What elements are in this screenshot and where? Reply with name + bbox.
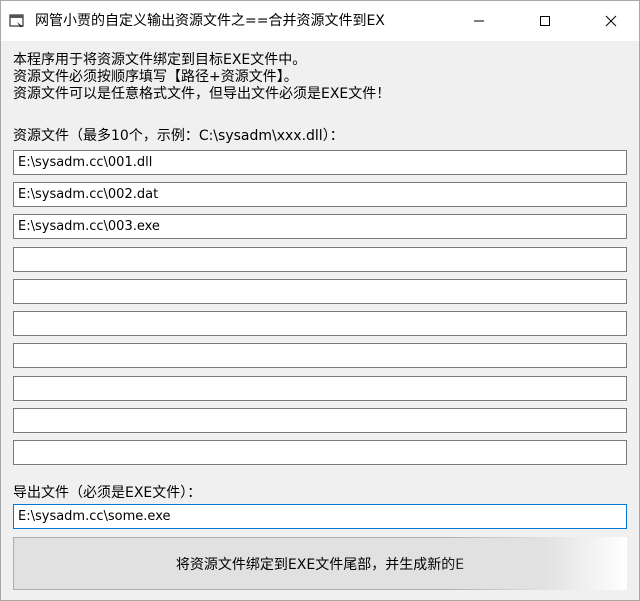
close-button[interactable] <box>588 1 634 41</box>
resource-files-label: 资源文件（最多10个，示例：C:\sysadm\xxx.dll）： <box>13 128 344 144</box>
app-window-icon <box>9 13 25 27</box>
close-icon <box>605 15 617 27</box>
description-line: 本程序用于将资源文件绑定到目标EXE文件中。 <box>13 52 307 68</box>
resource-file-field[interactable] <box>13 343 627 368</box>
resource-file-field[interactable] <box>13 279 627 304</box>
resource-file-field[interactable] <box>13 214 627 239</box>
minimize-button[interactable] <box>456 1 502 41</box>
description-line: 资源文件必须按顺序填写【路径+资源文件】。 <box>13 69 298 85</box>
resource-file-field[interactable] <box>13 408 627 433</box>
minimize-icon <box>474 20 484 22</box>
resource-file-field[interactable] <box>13 182 627 207</box>
output-file-label: 导出文件（必须是EXE文件）： <box>13 485 202 501</box>
maximize-button[interactable] <box>522 1 568 41</box>
description-line: 资源文件可以是任意格式文件，但导出文件必须是EXE文件！ <box>13 86 391 102</box>
window-title: 网管小贾的自定义输出资源文件之==合并资源文件到EX <box>35 13 385 29</box>
resource-file-field[interactable] <box>13 440 627 465</box>
resource-file-field[interactable] <box>13 247 627 272</box>
title-bar[interactable]: 网管小贾的自定义输出资源文件之==合并资源文件到EX <box>1 1 639 41</box>
resource-file-field[interactable] <box>13 376 627 401</box>
maximize-icon <box>540 16 550 26</box>
resource-file-field[interactable] <box>13 311 627 336</box>
description: 本程序用于将资源文件绑定到目标EXE文件中。 资源文件必须按顺序填写【路径+资源… <box>13 52 390 103</box>
output-file-field[interactable] <box>13 504 627 529</box>
bind-resources-button[interactable]: 将资源文件绑定到EXE文件尾部，并生成新的E <box>13 537 627 590</box>
app-window: 网管小贾的自定义输出资源文件之==合并资源文件到EX 本程序用于将资源文件绑定到… <box>0 0 640 601</box>
resource-file-field[interactable] <box>13 150 627 175</box>
dialog-body: 本程序用于将资源文件绑定到目标EXE文件中。 资源文件必须按顺序填写【路径+资源… <box>1 41 639 600</box>
bind-resources-button-label: 将资源文件绑定到EXE文件尾部，并生成新的E <box>175 556 465 573</box>
